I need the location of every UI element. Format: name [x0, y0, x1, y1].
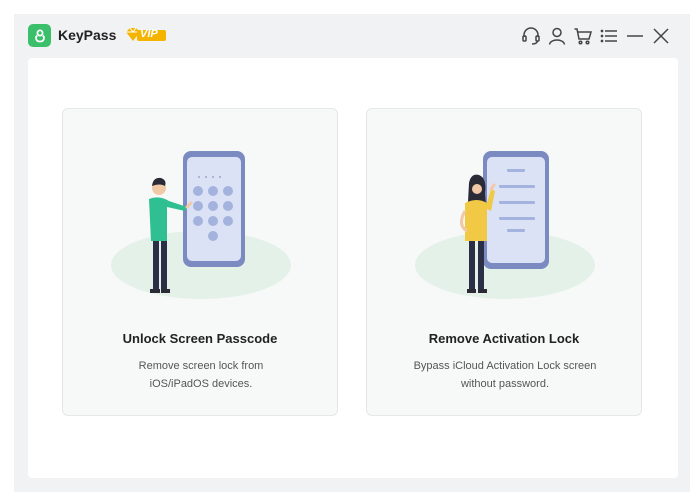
- activation-lock-illustration-icon: [415, 151, 595, 299]
- card-description-line: without password.: [460, 378, 550, 390]
- unlock-screen-illustration-icon: [111, 151, 291, 299]
- title-bar: KeyPass VIP: [14, 14, 690, 58]
- close-icon[interactable]: [650, 25, 672, 47]
- card-description: Remove screen lock from iOS/iPadOS devic…: [83, 357, 319, 393]
- unlock-screen-passcode-card[interactable]: Unlock Screen Passcode Remove screen loc…: [62, 108, 338, 416]
- account-icon[interactable]: [546, 25, 568, 47]
- card-description-line: Bypass iCloud Activation Lock screen: [413, 360, 597, 372]
- minimize-icon[interactable]: [624, 25, 646, 47]
- card-title: Unlock Screen Passcode: [122, 331, 278, 346]
- app-window: KeyPass VIP Unlock Screen Passcode Remov…: [14, 14, 690, 492]
- card-description-line: Remove screen lock from: [138, 360, 264, 372]
- menu-icon[interactable]: [598, 25, 620, 47]
- support-icon[interactable]: [520, 25, 542, 47]
- remove-activation-lock-card[interactable]: Remove Activation Lock Bypass iCloud Act…: [366, 108, 642, 416]
- main-panel: Unlock Screen Passcode Remove screen loc…: [28, 58, 678, 478]
- card-description-line: iOS/iPadOS devices.: [149, 378, 253, 390]
- card-description: Bypass iCloud Activation Lock screen wit…: [387, 357, 623, 393]
- cart-icon[interactable]: [572, 25, 594, 47]
- keypass-logo-icon: [28, 24, 51, 47]
- app-name: KeyPass: [58, 27, 117, 43]
- card-title: Remove Activation Lock: [428, 331, 580, 346]
- vip-label: VIP: [140, 28, 158, 40]
